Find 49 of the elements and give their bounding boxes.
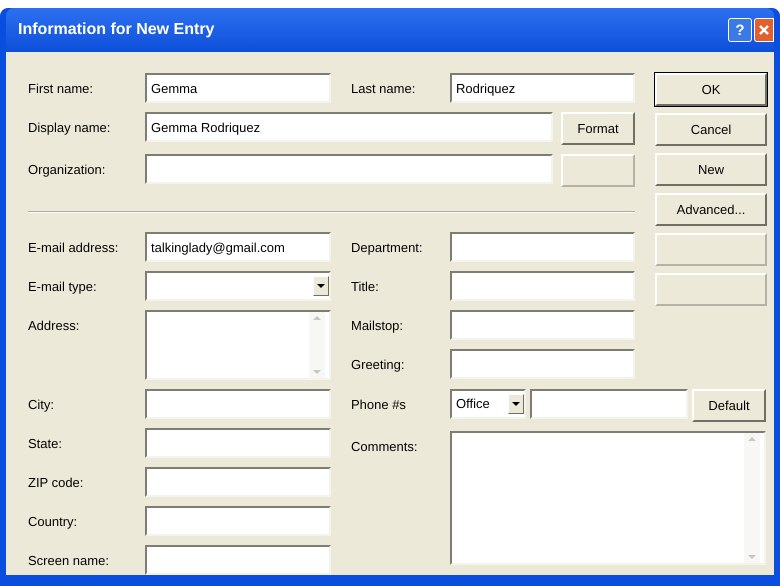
text-field[interactable] [145, 428, 331, 458]
field-label: Display name: [28, 119, 112, 137]
text-field[interactable] [450, 271, 635, 301]
text-field[interactable]: Gemma [145, 73, 331, 103]
phone-field[interactable] [530, 389, 688, 419]
field-label: E-mail address: [28, 239, 120, 257]
field-label: E-mail type: [28, 278, 98, 296]
text-field[interactable] [145, 545, 331, 575]
field-label: Organization: [28, 161, 106, 179]
text-field[interactable] [450, 232, 635, 262]
dialog-button[interactable]: OK [655, 73, 767, 106]
close-button[interactable] [754, 18, 774, 42]
dialog-button[interactable]: Cancel [655, 113, 767, 146]
text-field[interactable] [145, 389, 331, 419]
field-label: State: [28, 435, 63, 453]
text-area[interactable] [145, 310, 331, 380]
caret-icon [508, 394, 524, 414]
text-field[interactable] [145, 506, 331, 536]
text-field[interactable] [450, 349, 635, 379]
text-field[interactable] [145, 154, 553, 184]
field-label: First name: [28, 80, 94, 98]
text-field[interactable] [450, 310, 635, 340]
field-label: Phone #s [351, 396, 407, 414]
field-label: Title: [351, 278, 380, 296]
close-icon [758, 24, 770, 36]
text-field[interactable]: Gemma Rodriquez [145, 112, 553, 142]
field-label: Last name: [351, 80, 416, 98]
format-button[interactable]: Format [561, 112, 635, 145]
help-button[interactable]: ? [728, 18, 752, 42]
field-label: Mailstop: [351, 317, 404, 335]
caret-icon [313, 276, 329, 296]
field-label: Screen name: [28, 552, 110, 570]
field-label: Department: [351, 239, 424, 257]
default-button[interactable]: Default [692, 389, 766, 422]
field-label: Greeting: [351, 356, 406, 374]
field-label: Comments: [351, 438, 418, 456]
field-label: City: [28, 396, 55, 414]
field-label: ZIP code: [28, 474, 84, 492]
phone-type-dropdown[interactable]: Office [450, 389, 526, 419]
field-label: Country: [28, 513, 78, 531]
text-area[interactable] [450, 431, 766, 565]
dialog-button[interactable]: New [655, 153, 767, 186]
dropdown[interactable] [145, 271, 331, 301]
text-field[interactable] [145, 467, 331, 497]
window-title: Information for New Entry [18, 20, 214, 40]
text-field[interactable]: talkinglady@gmail.com [145, 232, 331, 262]
field-label: Address: [28, 317, 80, 335]
dialog-button[interactable]: Advanced... [655, 193, 767, 226]
text-field[interactable]: Rodriquez [450, 73, 635, 103]
